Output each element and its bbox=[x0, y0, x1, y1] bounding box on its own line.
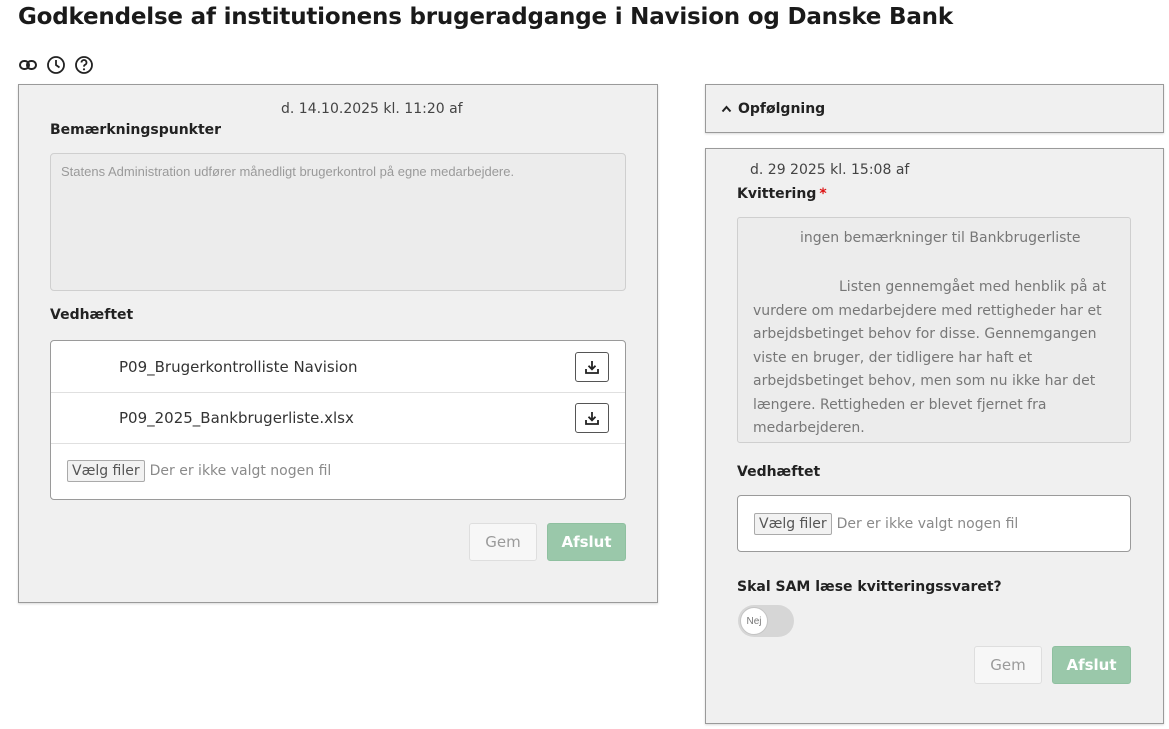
download-button[interactable] bbox=[575, 352, 609, 382]
attachment-name[interactable]: P09_Brugerkontrolliste Navision bbox=[119, 358, 358, 376]
remarks-timestamp: d. 14.10.2025 kl. 11:20 af bbox=[281, 101, 463, 117]
receipt-paragraph: Listen gennemgået med henblik på at vurd… bbox=[753, 279, 1107, 436]
required-marker: * bbox=[819, 186, 827, 202]
file-picker: Vælg filer Der er ikke valgt nogen fil bbox=[67, 460, 331, 482]
save-button[interactable]: Gem bbox=[974, 646, 1042, 684]
remarks-placeholder: Statens Administration udfører månedligt… bbox=[61, 164, 515, 179]
followup-accordion-header[interactable]: Opfølgning bbox=[705, 84, 1164, 133]
receipt-first-line: ingen bemærkninger til Bankbrugerliste bbox=[800, 230, 1081, 246]
link-icon[interactable] bbox=[18, 55, 38, 75]
finish-button[interactable]: Afslut bbox=[1052, 646, 1131, 684]
download-button[interactable] bbox=[575, 403, 609, 433]
page-title: Godkendelse af institutionens brugeradga… bbox=[18, 4, 953, 30]
followup-toggle[interactable]: Opfølgning bbox=[721, 101, 825, 117]
choose-files-button[interactable]: Vælg filer bbox=[67, 460, 145, 482]
file-status: Der er ikke valgt nogen fil bbox=[149, 463, 332, 479]
attachments-list: P09_Brugerkontrolliste Navision P09_2025… bbox=[50, 340, 626, 500]
toggle-value: Nej bbox=[746, 615, 762, 627]
finish-button[interactable]: Afslut bbox=[547, 523, 626, 561]
toggle-knob: Nej bbox=[740, 607, 768, 635]
remarks-textarea[interactable]: Statens Administration udfører månedligt… bbox=[50, 153, 626, 291]
download-icon bbox=[585, 361, 599, 374]
receipt-panel: d. 29 2025 kl. 15:08 af Kvittering * inge… bbox=[705, 148, 1164, 724]
help-icon[interactable] bbox=[74, 55, 94, 75]
save-button[interactable]: Gem bbox=[469, 523, 537, 561]
sam-read-toggle[interactable]: Nej bbox=[738, 605, 794, 637]
followup-attachments-label: Vedhæftet bbox=[737, 464, 821, 480]
followup-label: Opfølgning bbox=[738, 101, 826, 117]
receipt-timestamp: d. 29 2025 kl. 15:08 af bbox=[750, 162, 910, 178]
receipt-label: Kvittering bbox=[737, 186, 817, 202]
followup-file-box: Vælg filer Der er ikke valgt nogen fil bbox=[737, 495, 1131, 552]
title-icon-bar bbox=[18, 55, 94, 75]
file-status: Der er ikke valgt nogen fil bbox=[836, 516, 1019, 532]
file-picker: Vælg filer Der er ikke valgt nogen fil bbox=[754, 513, 1018, 535]
clock-icon[interactable] bbox=[46, 55, 66, 75]
chevron-up-icon bbox=[721, 105, 732, 113]
sam-read-question: Skal SAM læse kvitteringssvaret? bbox=[737, 579, 1002, 595]
download-icon bbox=[585, 412, 599, 425]
remarks-panel: d. 14.10.2025 kl. 11:20 af Bemærkningspu… bbox=[18, 84, 658, 603]
attachment-name[interactable]: P09_2025_Bankbrugerliste.xlsx bbox=[119, 409, 354, 427]
remarks-label: Bemærkningspunkter bbox=[50, 122, 222, 138]
choose-files-button[interactable]: Vælg filer bbox=[754, 513, 832, 535]
attachment-row: P09_2025_Bankbrugerliste.xlsx bbox=[51, 392, 625, 444]
receipt-label-wrap: Kvittering * bbox=[737, 186, 827, 202]
attachments-label: Vedhæftet bbox=[50, 307, 134, 323]
receipt-textarea[interactable]: ingen bemærkninger til Bankbrugerliste L… bbox=[737, 217, 1131, 443]
attachment-row: P09_Brugerkontrolliste Navision bbox=[51, 341, 625, 393]
